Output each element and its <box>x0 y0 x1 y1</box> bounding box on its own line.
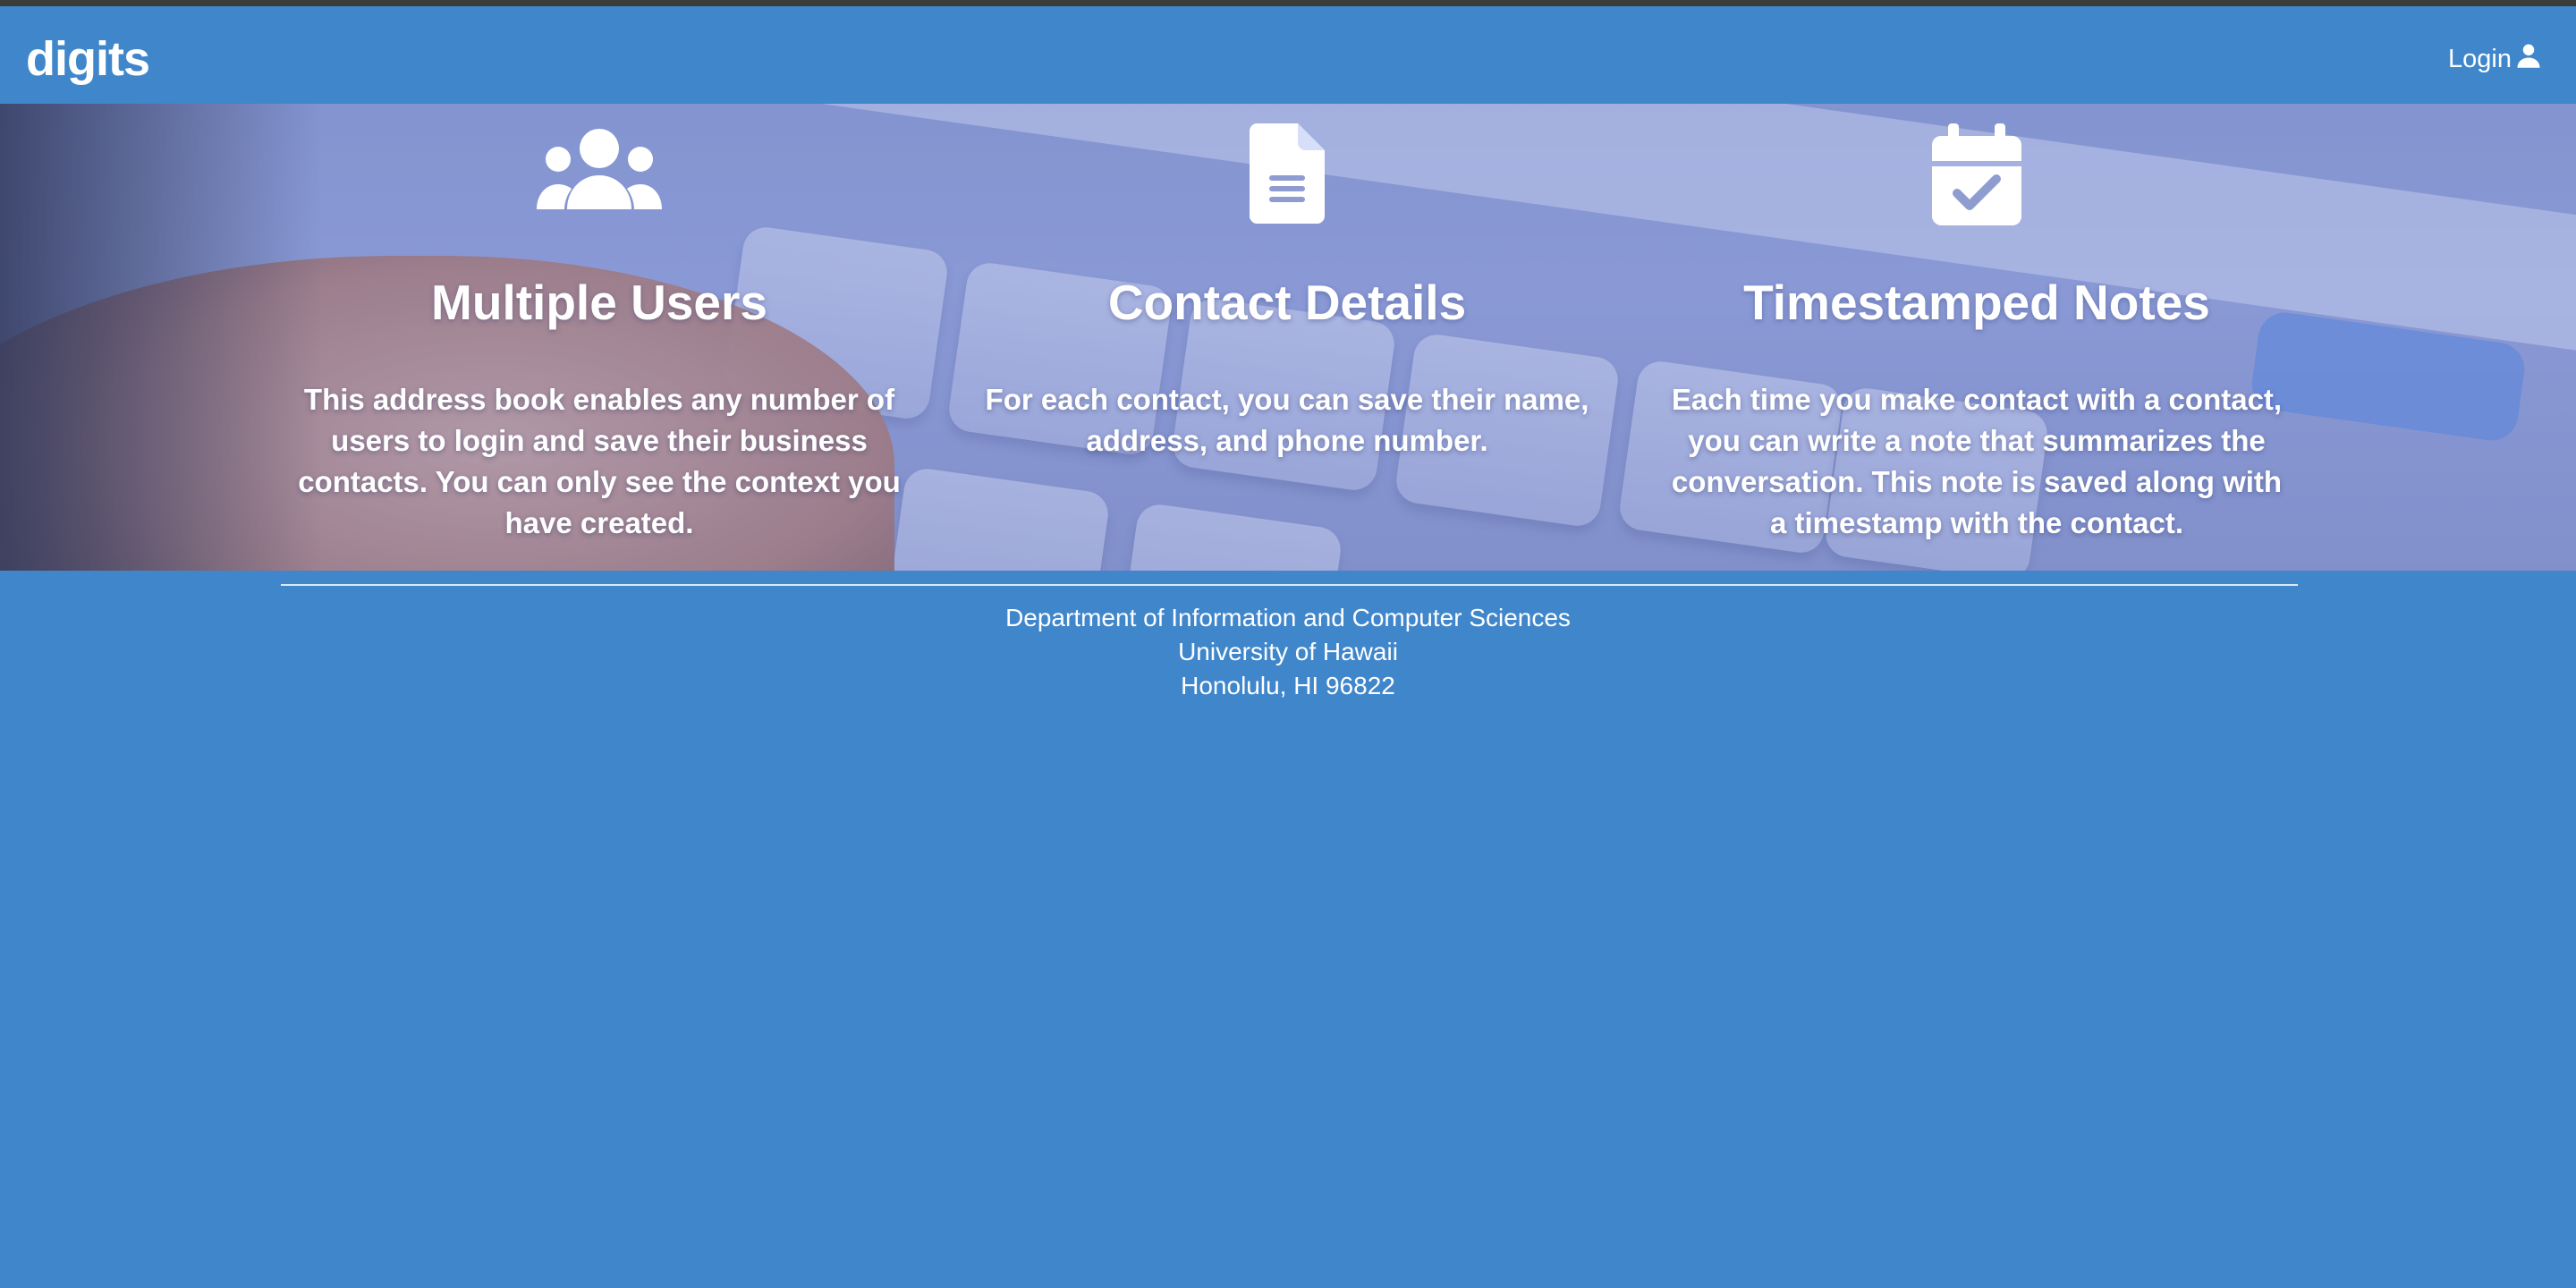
file-lines-icon <box>1250 123 1325 228</box>
navbar: digits Login <box>0 6 2576 104</box>
users-icon <box>537 123 662 217</box>
footer-divider <box>281 584 2298 586</box>
user-icon[interactable] <box>2515 42 2542 76</box>
feature-title: Multiple Users <box>431 275 767 330</box>
feature-description: For each contact, you can save their nam… <box>985 383 1589 457</box>
feature-description: Each time you make contact with a contac… <box>1671 383 2283 539</box>
feature-description: This address book enables any number of … <box>298 383 901 539</box>
footer-university: University of Hawaii <box>1178 638 1398 665</box>
feature-title: Timestamped Notes <box>1743 275 2210 330</box>
window-top-bar <box>0 0 2576 6</box>
calendar-check-icon <box>1932 123 2021 230</box>
footer-address: Honolulu, HI 96822 <box>1181 672 1395 699</box>
hero-banner: Multiple Users This address book enables… <box>0 104 2576 571</box>
feature-title: Contact Details <box>1107 275 1467 330</box>
footer: Department of Information and Computer S… <box>0 601 2576 703</box>
footer-department: Department of Information and Computer S… <box>1005 604 1571 631</box>
login-menu[interactable]: Login <box>2448 42 2542 76</box>
brand-logo[interactable]: digits <box>26 31 150 87</box>
login-label[interactable]: Login <box>2448 45 2512 74</box>
